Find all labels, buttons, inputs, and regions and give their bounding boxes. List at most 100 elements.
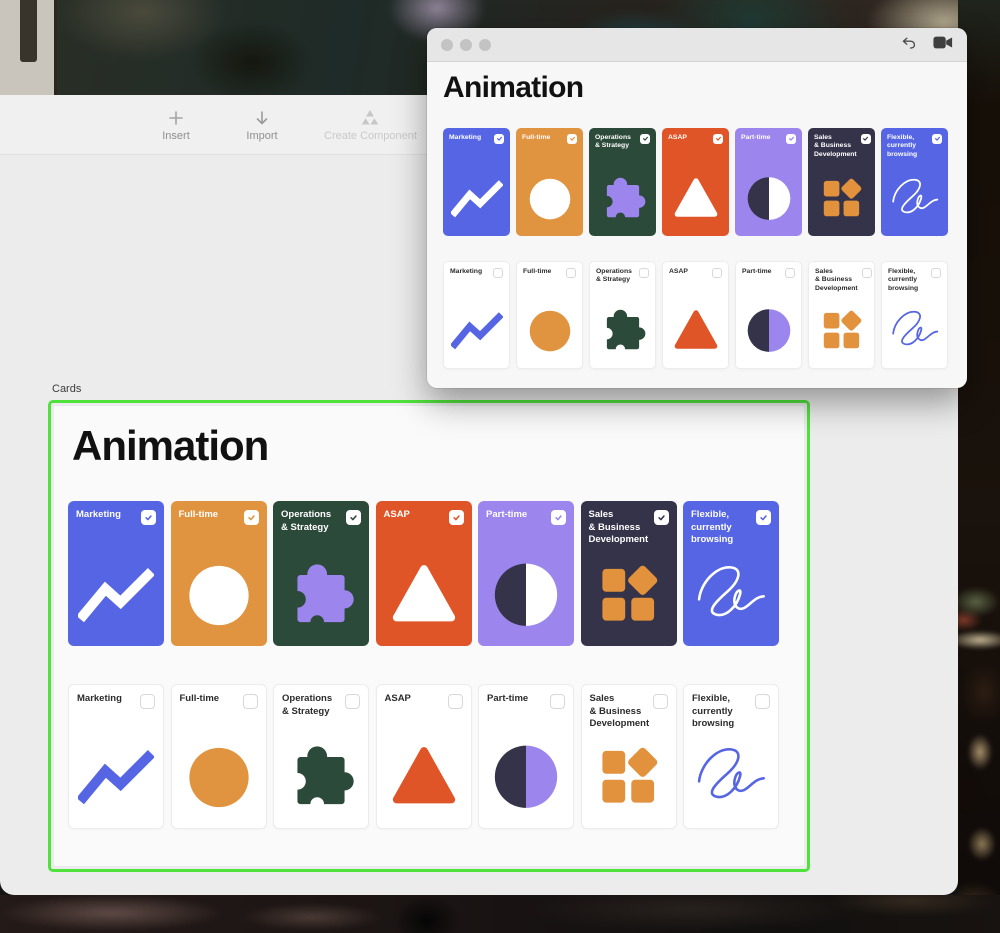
card-checkbox[interactable]	[785, 267, 795, 278]
card-checkbox[interactable]	[713, 133, 723, 144]
card-checkbox[interactable]	[653, 694, 669, 710]
card-sales-business-development[interactable]: Sales & Business Development	[808, 127, 875, 236]
card-operations-strategy[interactable]: Operations & Strategy	[589, 127, 656, 236]
card-checkbox[interactable]	[640, 133, 650, 144]
card-checkbox[interactable]	[861, 267, 872, 278]
card-checkbox[interactable]	[494, 133, 504, 144]
card-flexible-currently-browsing[interactable]: Flexible, currently browsing	[881, 127, 948, 236]
card-label: Marketing	[450, 267, 483, 275]
card-checkbox[interactable]	[566, 267, 576, 278]
card-operations-strategy[interactable]: Operations & Strategy	[589, 260, 656, 369]
card-operations-strategy[interactable]: Operations & Strategy	[273, 684, 369, 830]
grid-squares-icon	[591, 738, 667, 819]
window-titlebar[interactable]	[427, 28, 967, 62]
card-checkbox[interactable]	[448, 510, 464, 526]
card-checkbox[interactable]	[931, 267, 941, 278]
trend-line-icon	[76, 556, 155, 637]
card-asap[interactable]: ASAP	[375, 501, 472, 647]
import-button[interactable]: Import	[238, 108, 286, 142]
card-marketing[interactable]: Marketing	[68, 501, 164, 647]
card-checkbox[interactable]	[140, 694, 155, 710]
card-sales-business-development[interactable]: Sales & Business Development	[580, 684, 677, 830]
insert-button[interactable]: Insert	[152, 108, 200, 142]
trend-line-icon	[76, 738, 155, 819]
selection-frame[interactable]: Animation Marketing Full-time Operations…	[48, 400, 810, 872]
card-part-time[interactable]: Part-time	[735, 127, 802, 236]
card-label: Part-time	[487, 693, 529, 705]
card-flexible-currently-browsing[interactable]: Flexible, currently browsing	[683, 684, 779, 830]
video-camera-icon[interactable]	[933, 36, 953, 54]
card-flexible-currently-browsing[interactable]: Flexible, currently browsing	[881, 260, 948, 369]
card-checkbox[interactable]	[567, 133, 577, 144]
card-sales-business-development[interactable]: Sales & Business Development	[808, 260, 875, 369]
card-label: Flexible, currently browsing	[691, 509, 734, 545]
card-label: Part-time	[486, 509, 528, 521]
card-checkbox[interactable]	[550, 694, 565, 710]
card-checkbox[interactable]	[345, 694, 360, 710]
card-label: Marketing	[77, 693, 122, 705]
card-marketing[interactable]: Marketing	[443, 127, 510, 236]
card-full-time[interactable]: Full-time	[170, 501, 267, 647]
card-label: Marketing	[76, 509, 121, 521]
card-part-time[interactable]: Part-time	[478, 501, 574, 647]
card-label: Flexible, currently browsing	[887, 133, 918, 159]
circle-icon	[181, 556, 257, 637]
plus-icon	[168, 108, 184, 126]
card-asap[interactable]: ASAP	[662, 127, 729, 236]
studio-table	[0, 895, 1000, 933]
frame-name-label[interactable]: Cards	[52, 383, 81, 395]
preview-window[interactable]: Animation Marketing Full-time Operations…	[427, 28, 967, 388]
card-label: Sales & Business Development	[815, 267, 858, 293]
window-card-row-outline: Marketing Full-time Operations & Strateg…	[443, 260, 953, 369]
zoom-button[interactable]	[479, 38, 491, 51]
card-checkbox[interactable]	[653, 510, 669, 526]
card-label: Sales & Business Development	[814, 133, 857, 159]
card-full-time[interactable]: Full-time	[516, 260, 583, 369]
card-label: Marketing	[449, 133, 482, 141]
undo-icon[interactable]	[900, 35, 917, 55]
card-part-time[interactable]: Part-time	[478, 684, 574, 830]
card-marketing[interactable]: Marketing	[68, 684, 164, 830]
triangle-icon	[386, 556, 462, 637]
create-component-button[interactable]: Create Component	[324, 108, 417, 142]
close-button[interactable]	[441, 38, 453, 51]
card-label: Full-time	[523, 267, 552, 275]
traffic-lights	[441, 38, 491, 51]
card-asap[interactable]: ASAP	[662, 260, 729, 369]
puzzle-icon	[597, 304, 649, 361]
card-checkbox[interactable]	[447, 694, 463, 710]
card-checkbox[interactable]	[860, 133, 871, 144]
card-checkbox[interactable]	[243, 510, 259, 526]
half-circle-icon	[743, 304, 795, 361]
card-asap[interactable]: ASAP	[375, 684, 472, 830]
card-checkbox[interactable]	[932, 133, 942, 144]
card-checkbox[interactable]	[141, 510, 156, 526]
card-checkbox[interactable]	[551, 510, 566, 526]
signature-icon	[889, 304, 941, 361]
card-checkbox[interactable]	[755, 694, 770, 710]
card-operations-strategy[interactable]: Operations & Strategy	[273, 501, 369, 647]
card-full-time[interactable]: Full-time	[170, 684, 267, 830]
card-part-time[interactable]: Part-time	[735, 260, 802, 369]
card-checkbox[interactable]	[786, 133, 796, 144]
circle-icon	[524, 304, 576, 361]
signature-icon	[693, 738, 769, 819]
card-checkbox[interactable]	[639, 267, 649, 278]
card-checkbox[interactable]	[712, 267, 722, 278]
card-checkbox[interactable]	[756, 510, 771, 526]
window-content: Animation Marketing Full-time Operations…	[427, 62, 967, 369]
card-sales-business-development[interactable]: Sales & Business Development	[580, 501, 677, 647]
card-checkbox[interactable]	[346, 510, 361, 526]
puzzle-icon	[597, 172, 649, 229]
card-label: Operations & Strategy	[282, 693, 333, 717]
puzzle-icon	[283, 556, 359, 637]
card-checkbox[interactable]	[242, 694, 258, 710]
card-flexible-currently-browsing[interactable]: Flexible, currently browsing	[683, 501, 779, 647]
card-label: Operations & Strategy	[595, 133, 631, 150]
card-full-time[interactable]: Full-time	[516, 127, 583, 236]
card-label: ASAP	[384, 693, 411, 705]
minimize-button[interactable]	[460, 38, 472, 51]
import-label: Import	[246, 129, 278, 142]
card-checkbox[interactable]	[493, 267, 503, 278]
card-marketing[interactable]: Marketing	[443, 260, 510, 369]
